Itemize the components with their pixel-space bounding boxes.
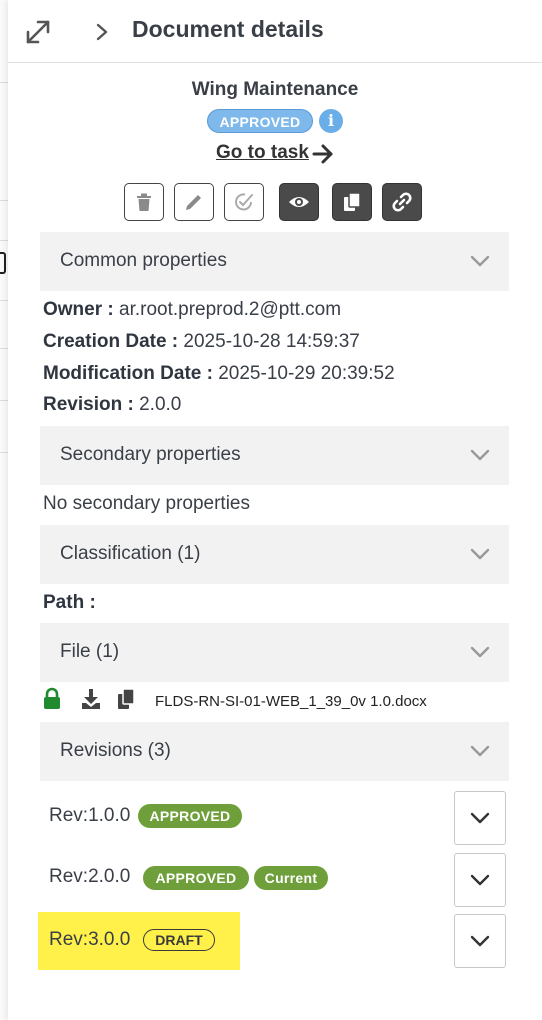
revision-property: Revision : 2.0.0: [43, 394, 181, 416]
revisions-header[interactable]: Revisions (3): [40, 722, 509, 781]
delete-icon: [137, 193, 151, 211]
current-badge: Current: [254, 866, 328, 890]
chevron-down-icon: [470, 255, 490, 267]
page-title: Document details: [132, 16, 324, 42]
background-divider: [0, 452, 8, 453]
classification-header[interactable]: Classification (1): [40, 525, 509, 584]
section-label: Secondary properties: [60, 444, 241, 465]
revision-label: Rev:3.0.0: [49, 929, 131, 950]
section-label: File (1): [60, 641, 120, 662]
delete-button[interactable]: [124, 183, 164, 221]
link-button[interactable]: [382, 183, 422, 221]
background-divider: [0, 400, 8, 401]
no-secondary-properties-text: No secondary properties: [43, 493, 250, 514]
creation-date-label: Creation Date :: [43, 331, 179, 352]
status-badge: APPROVED: [207, 109, 313, 133]
expand-icon[interactable]: [24, 18, 52, 46]
section-label: Classification (1): [60, 543, 201, 564]
chevron-right-icon[interactable]: [92, 20, 112, 44]
background-divider: [0, 200, 8, 201]
revision-label: Rev:1.0.0: [49, 805, 131, 826]
path-label: Path :: [43, 592, 96, 613]
lock-icon: [44, 687, 60, 709]
edit-button[interactable]: [174, 183, 214, 221]
background-divider: [0, 300, 8, 301]
background-divider: [0, 348, 8, 349]
go-to-task-link[interactable]: Go to task: [216, 142, 309, 164]
modification-date-label: Modification Date :: [43, 363, 213, 384]
section-label: Common properties: [60, 250, 227, 271]
revision-label: Rev:2.0.0: [49, 866, 131, 887]
chevron-down-icon: [470, 548, 490, 560]
background-divider: [0, 82, 8, 83]
modification-date-property: Modification Date : 2025-10-29 20:39:52: [43, 363, 395, 385]
calendar-icon: [0, 252, 6, 274]
owner-property: Owner : ar.root.preprod.2@ptt.com: [43, 299, 341, 321]
revision-expand-button[interactable]: [454, 914, 506, 968]
file-header[interactable]: File (1): [40, 623, 509, 682]
owner-label: Owner :: [43, 299, 114, 320]
modification-date-value: 2025-10-29 20:39:52: [218, 363, 395, 384]
link-icon: [392, 192, 412, 212]
panel-header: Document details: [8, 0, 542, 63]
revision-expand-button[interactable]: [454, 853, 506, 907]
creation-date-value: 2025-10-28 14:59:37: [183, 331, 360, 352]
info-icon[interactable]: i: [319, 109, 343, 133]
file-name[interactable]: FLDS-RN-SI-01-WEB_1_39_0v 1.0.docx: [155, 693, 427, 710]
document-details-panel: Document details Wing Maintenance APPROV…: [8, 0, 542, 1020]
edit-icon: [186, 195, 201, 210]
background-page-edge: [0, 0, 8, 1020]
copy-icon: [344, 192, 361, 211]
chevron-down-icon: [470, 935, 490, 947]
owner-value: ar.root.preprod.2@ptt.com: [119, 299, 342, 320]
revision-label: Revision :: [43, 394, 134, 415]
chevron-down-icon: [470, 874, 490, 886]
common-properties-header[interactable]: Common properties: [40, 232, 509, 291]
copy-icon[interactable]: [116, 687, 136, 711]
document-name: Wing Maintenance: [191, 79, 359, 100]
status-badge: DRAFT: [143, 929, 215, 951]
arrow-right-icon[interactable]: [311, 143, 335, 165]
view-icon: [289, 197, 309, 207]
section-label: Revisions (3): [60, 740, 171, 761]
copy-button[interactable]: [332, 183, 372, 221]
status-badge: APPROVED: [138, 804, 242, 828]
background-divider: [0, 240, 8, 241]
approve-icon: [235, 193, 253, 211]
revision-value: 2.0.0: [139, 394, 182, 415]
approve-button[interactable]: [224, 183, 264, 221]
download-icon[interactable]: [80, 687, 102, 711]
chevron-down-icon: [470, 646, 490, 658]
chevron-down-icon: [470, 812, 490, 824]
chevron-down-icon: [470, 449, 490, 461]
view-button[interactable]: [279, 183, 319, 221]
revision-expand-button[interactable]: [454, 791, 506, 845]
status-badge: APPROVED: [143, 866, 249, 890]
creation-date-property: Creation Date : 2025-10-28 14:59:37: [43, 331, 360, 353]
chevron-down-icon: [470, 745, 490, 757]
secondary-properties-header[interactable]: Secondary properties: [40, 426, 509, 485]
